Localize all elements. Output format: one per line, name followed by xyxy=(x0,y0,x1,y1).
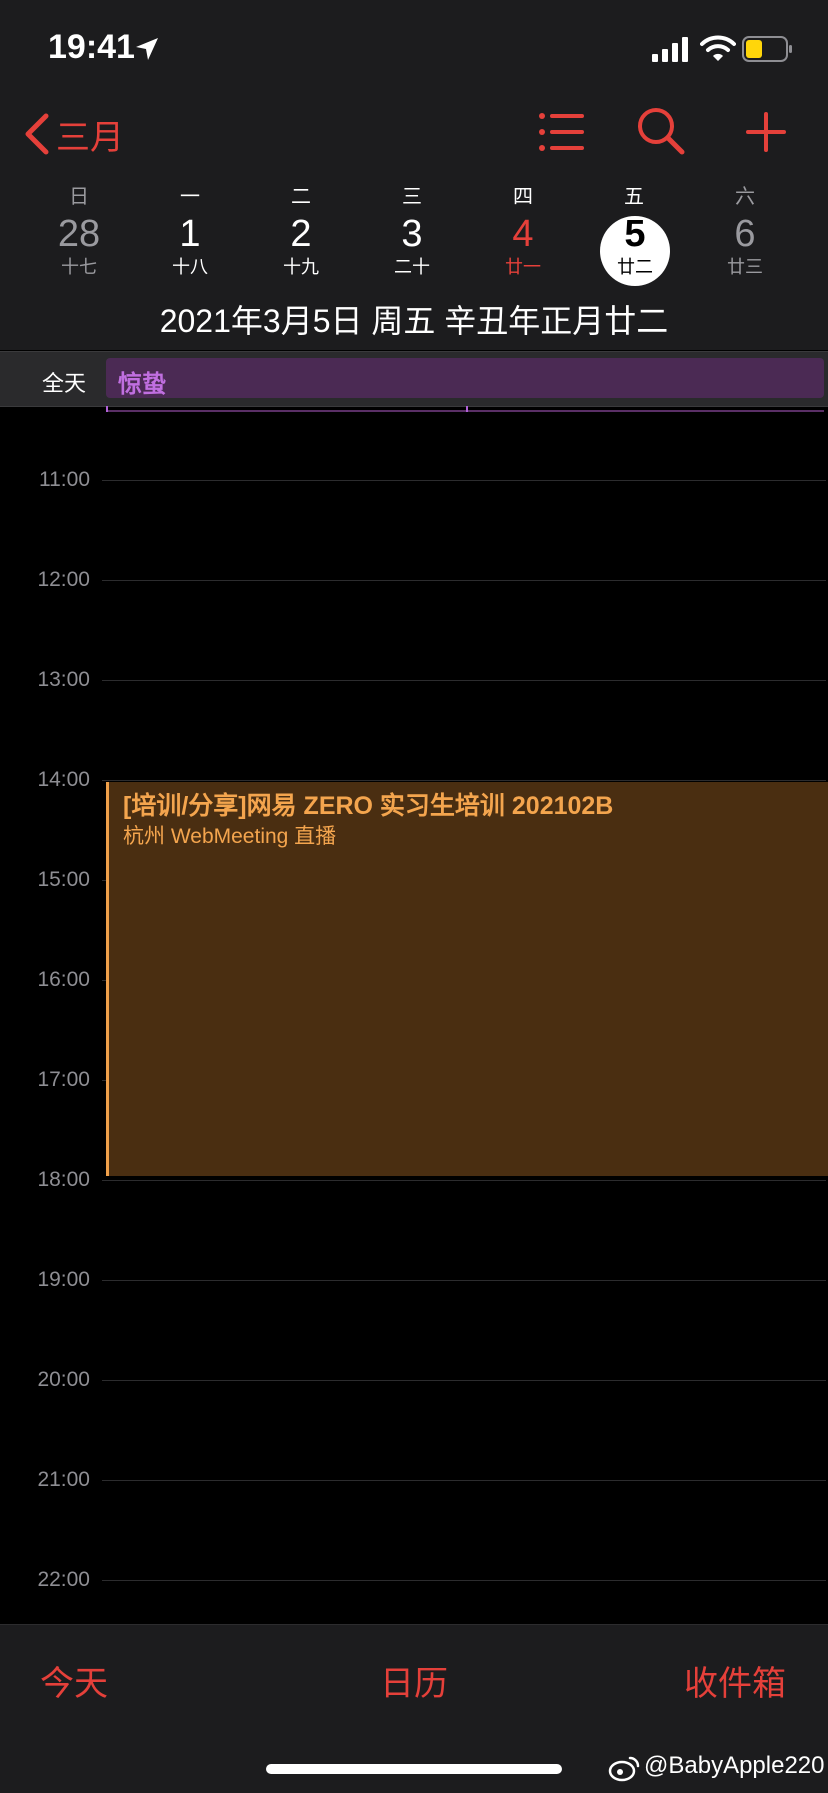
day-number: 4 xyxy=(512,213,534,255)
signal-bars-icon xyxy=(652,37,688,62)
hour-label: 18:00 xyxy=(37,1168,90,1191)
hour-label: 21:00 xyxy=(37,1468,90,1491)
today-button[interactable]: 今天 xyxy=(40,1656,108,1705)
back-label: 三月 xyxy=(56,118,124,157)
battery-icon xyxy=(742,36,792,62)
weekday-tue: 二 xyxy=(291,186,311,208)
plus-icon[interactable] xyxy=(744,108,788,156)
weekday-fri: 五 xyxy=(624,186,644,208)
day-lunar: 十八 xyxy=(172,257,208,277)
day-number: 2 xyxy=(290,213,312,255)
watermark-text: @BabyApple220 xyxy=(644,1752,825,1779)
back-to-month-button[interactable]: 三月 xyxy=(22,108,124,160)
calendars-button[interactable]: 日历 xyxy=(380,1656,448,1705)
event-location: 杭州 WebMeeting 直播 xyxy=(123,825,337,848)
day-lunar: 廿一 xyxy=(505,257,541,277)
hour-label: 12:00 xyxy=(37,568,90,591)
hour-line xyxy=(102,1180,826,1181)
search-icon[interactable] xyxy=(636,106,686,156)
hour-line xyxy=(102,580,826,581)
day-number: 5 xyxy=(624,213,646,255)
chevron-left-icon xyxy=(25,113,49,155)
weibo-icon xyxy=(608,1756,640,1782)
weekday-sat: 六 xyxy=(735,186,755,208)
day-cell-today[interactable]: 4 廿一 xyxy=(478,212,568,288)
hour-line xyxy=(102,1580,826,1581)
location-arrow-icon xyxy=(136,38,158,60)
hour-label: 13:00 xyxy=(37,668,90,691)
day-lunar: 十七 xyxy=(61,257,97,277)
day-lunar: 二十 xyxy=(394,257,430,277)
day-number: 6 xyxy=(734,213,756,255)
hour-line xyxy=(102,680,826,681)
all-day-event-title: 惊蛰 xyxy=(118,371,166,398)
event-edge-marker xyxy=(106,406,108,412)
day-lunar: 十九 xyxy=(283,257,319,277)
wifi-icon xyxy=(700,35,736,61)
hour-label: 17:00 xyxy=(37,1068,90,1091)
day-lunar: 廿三 xyxy=(727,257,763,277)
hour-label: 19:00 xyxy=(37,1268,90,1291)
status-time: 19:41 xyxy=(48,28,135,66)
hour-label: 22:00 xyxy=(37,1568,90,1591)
day-lunar: 廿二 xyxy=(617,257,653,277)
selected-date-line: 2021年3月5日 周五 辛丑年正月廿二 xyxy=(159,303,669,339)
all-day-label: 全天 xyxy=(42,371,87,396)
home-indicator[interactable] xyxy=(266,1764,562,1774)
hour-line xyxy=(102,1280,826,1281)
day-number: 1 xyxy=(179,213,201,255)
inbox-button[interactable]: 收件箱 xyxy=(684,1656,786,1705)
day-cell[interactable]: 2 十九 xyxy=(256,212,346,288)
day-cell[interactable]: 28 十七 xyxy=(34,212,124,288)
day-cell[interactable]: 6 廿三 xyxy=(700,212,790,288)
day-cell[interactable]: 1 十八 xyxy=(145,212,235,288)
hour-label: 14:00 xyxy=(37,768,90,791)
weekday-mon: 一 xyxy=(180,186,200,208)
calendar-event[interactable]: [培训/分享]网易 ZERO 实习生培训 202102B 杭州 WebMeeti… xyxy=(106,782,828,1176)
event-edge-marker xyxy=(466,406,468,412)
hour-label: 16:00 xyxy=(37,968,90,991)
event-edge-divider xyxy=(106,410,824,412)
hour-label: 15:00 xyxy=(37,868,90,891)
day-number: 28 xyxy=(57,213,101,255)
hour-line xyxy=(102,1380,826,1381)
hour-label: 11:00 xyxy=(39,468,90,491)
day-cell-selected[interactable]: 5 廿二 xyxy=(590,212,680,288)
list-icon[interactable] xyxy=(538,110,586,154)
hour-line xyxy=(102,780,826,781)
weekday-thu: 四 xyxy=(513,186,533,208)
hour-label: 20:00 xyxy=(37,1368,90,1391)
hour-line xyxy=(102,1480,826,1481)
day-number: 3 xyxy=(401,213,423,255)
day-cell[interactable]: 3 二十 xyxy=(367,212,457,288)
hour-line xyxy=(102,480,826,481)
weekday-wed: 三 xyxy=(402,186,422,208)
weekday-sun: 日 xyxy=(69,186,89,208)
all-day-event[interactable]: 惊蛰 xyxy=(106,358,824,398)
event-title: [培训/分享]网易 ZERO 实习生培训 202102B xyxy=(123,792,614,820)
